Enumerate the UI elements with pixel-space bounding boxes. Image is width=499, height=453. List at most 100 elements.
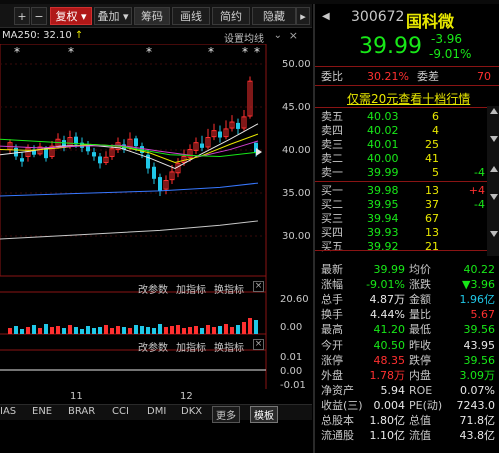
- zoom-in-button[interactable]: +: [14, 7, 30, 25]
- volume-bar: [56, 326, 60, 334]
- divider: [315, 66, 499, 67]
- stat-label: 涨停: [321, 353, 343, 367]
- stat-label: 流值: [409, 429, 431, 443]
- indicator1-params-button[interactable]: 改参数: [138, 281, 168, 296]
- overlay-button[interactable]: 叠加 ▾: [94, 7, 132, 25]
- order-book-scrollbar[interactable]: [487, 106, 499, 256]
- stat-value: -9.01%: [366, 278, 405, 292]
- zoom-out-button[interactable]: −: [31, 7, 47, 25]
- order-book-row[interactable]: 卖三 40.01 25: [315, 138, 499, 151]
- order-level-label: 卖二: [321, 152, 343, 165]
- order-volume: 13: [425, 226, 439, 239]
- scroll-up-icon[interactable]: ◀: [322, 11, 330, 22]
- event-marker-icon: *: [208, 45, 214, 59]
- indicator1-add-button[interactable]: 加指标: [176, 281, 206, 296]
- divider: [315, 107, 499, 108]
- stat-value: 0.004: [373, 398, 406, 412]
- price-axis-label: 35.00: [282, 188, 311, 199]
- tab-template[interactable]: 模板: [250, 406, 278, 423]
- event-marker-icon: *: [68, 45, 74, 59]
- scroll-down-icon[interactable]: [490, 194, 498, 200]
- order-book-row[interactable]: 买一 39.98 13 +4: [315, 184, 499, 197]
- scroll-down-icon[interactable]: [490, 136, 498, 142]
- diff-value: 70: [477, 70, 491, 83]
- order-book-row[interactable]: 卖四 40.02 4: [315, 124, 499, 137]
- draw-line-button[interactable]: 画线: [172, 7, 210, 25]
- chips-button[interactable]: 筹码: [134, 7, 170, 25]
- volume-bar: [212, 327, 216, 334]
- chevron-down-icon: ⌄: [273, 30, 282, 41]
- stat-value: 1.96亿: [459, 293, 496, 307]
- scroll-up-icon[interactable]: [490, 166, 498, 172]
- order-book-row[interactable]: 卖二 40.00 41: [315, 152, 499, 165]
- rights-adjust-button[interactable]: 复权 ▾: [50, 7, 92, 25]
- chart-area[interactable]: + − 复权 ▾ 叠加 ▾ 筹码 画线 简约 隐藏 ▸ MA250: 32.10…: [0, 4, 312, 453]
- scroll-down-icon[interactable]: [490, 231, 498, 237]
- order-price: 40.02: [367, 124, 399, 137]
- volume-bar: [158, 324, 162, 334]
- up-arrow-icon: ↑: [74, 30, 84, 41]
- volume-bar: [122, 327, 126, 334]
- tab-dmi[interactable]: DMI: [147, 406, 166, 417]
- tab-dkx[interactable]: DKX: [181, 406, 202, 417]
- volume-bar: [98, 327, 102, 334]
- indicator2-close-button[interactable]: ×: [253, 339, 264, 350]
- indicator2-params-button[interactable]: 改参数: [138, 339, 168, 354]
- volume-bar: [50, 327, 54, 334]
- close-icon[interactable]: ×: [289, 29, 298, 42]
- indicator1-axis-label: 20.60: [280, 294, 309, 305]
- volume-bar: [62, 328, 66, 334]
- stat-label: ROE: [409, 383, 433, 397]
- stock-name: 国科微: [406, 12, 455, 31]
- indicator2-toolbar: 改参数 加指标 换指标 ×: [0, 338, 270, 354]
- volume-bar: [80, 329, 84, 334]
- event-marker-icon: *: [254, 45, 260, 59]
- volume-bar: [176, 325, 180, 334]
- divider: [315, 181, 499, 182]
- volume-bar: [164, 327, 168, 334]
- order-book-row[interactable]: 卖一 39.99 5 -4: [315, 166, 499, 179]
- indicator1-close-button[interactable]: ×: [253, 281, 264, 292]
- order-volume: 41: [425, 152, 439, 165]
- indicator2-switch-button[interactable]: 换指标: [214, 339, 244, 354]
- volume-bar: [68, 325, 72, 334]
- stat-row: 外盘 1.78万 内盘 3.09万: [315, 369, 499, 382]
- volume-bar: [26, 327, 30, 334]
- stat-label: 涨幅: [321, 278, 343, 292]
- scroll-up-icon[interactable]: [490, 108, 498, 114]
- brief-button[interactable]: 简约: [212, 7, 250, 25]
- order-volume: 6: [432, 110, 439, 123]
- candle-body: [20, 158, 24, 162]
- indicator1-switch-button[interactable]: 换指标: [214, 281, 244, 296]
- promo-link[interactable]: 仅需20元查看十档行情: [347, 90, 470, 107]
- order-book-row[interactable]: 买二 39.95 37 -4: [315, 198, 499, 211]
- tab-cci[interactable]: CCI: [112, 406, 129, 417]
- order-book-row[interactable]: 买五 39.92 21: [315, 240, 499, 253]
- hide-button[interactable]: 隐藏: [252, 7, 296, 25]
- stat-label: 净资产: [321, 383, 354, 397]
- tab-ias[interactable]: IAS: [0, 406, 16, 417]
- ma250-line: [0, 220, 259, 240]
- tab-ene[interactable]: ENE: [32, 406, 52, 417]
- volume-bar: [182, 328, 186, 334]
- indicator2-add-button[interactable]: 加指标: [176, 339, 206, 354]
- order-level-label: 卖三: [321, 138, 343, 151]
- stat-value: 41.20: [373, 323, 406, 337]
- price-axis-label: 30.00: [282, 231, 311, 242]
- tab-brar[interactable]: BRAR: [68, 406, 95, 417]
- ma-settings-link[interactable]: 设置均线: [224, 30, 264, 45]
- order-delta: -4: [474, 198, 485, 211]
- ten-level-promo[interactable]: 仅需20元查看十档行情: [315, 88, 499, 106]
- stat-label: 涨跌: [409, 278, 431, 292]
- toolbar-more-button[interactable]: ▸: [296, 7, 310, 25]
- volume-bar: [188, 327, 192, 334]
- order-book-row[interactable]: 买三 39.94 67: [315, 212, 499, 225]
- stat-row: 总股本 1.80亿 总值 71.8亿: [315, 414, 499, 427]
- tab-more[interactable]: 更多: [212, 406, 240, 423]
- order-book-row[interactable]: 买四 39.93 13: [315, 226, 499, 239]
- candle-body: [14, 147, 18, 157]
- indicator-tabs: IAS ENE BRAR CCI DMI DKX 更多 模板: [0, 404, 312, 423]
- volume-bar: [134, 325, 138, 334]
- volume-bar: [206, 325, 210, 334]
- order-book-row[interactable]: 卖五 40.03 6: [315, 110, 499, 123]
